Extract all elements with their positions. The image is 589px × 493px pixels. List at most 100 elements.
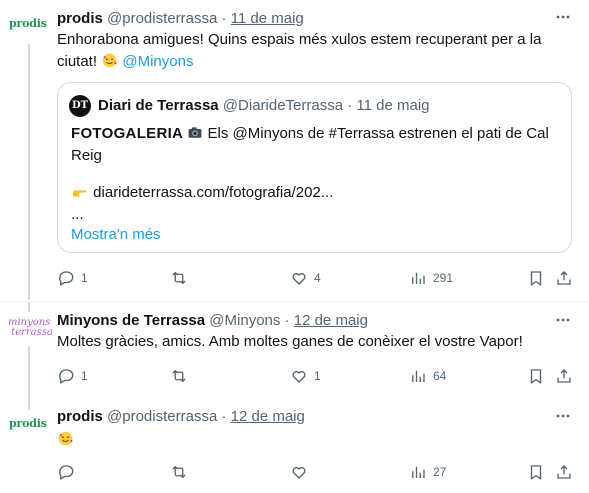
retweet-button[interactable]	[170, 366, 194, 386]
tweet-actions: 27	[57, 462, 577, 482]
author-handle[interactable]: @prodisterrassa	[107, 10, 217, 27]
tweet-date[interactable]: 11 de maig	[231, 10, 304, 27]
separator-dot: ·	[284, 312, 290, 329]
like-count: 1	[314, 369, 321, 383]
share-icon	[557, 369, 571, 383]
reply-icon	[59, 271, 74, 286]
author-handle[interactable]: @Minyons	[209, 312, 280, 329]
share-button[interactable]	[555, 462, 573, 482]
quoted-author-name[interactable]: Diari de Terrassa	[98, 97, 219, 114]
camera-emoji	[188, 127, 202, 138]
smiling-face-with-hearts-emoji	[102, 53, 117, 68]
more-icon[interactable]	[555, 312, 571, 328]
more-icon[interactable]	[555, 408, 571, 424]
thread-line	[28, 398, 30, 410]
share-button[interactable]	[555, 268, 573, 288]
retweet-icon	[172, 465, 186, 479]
tweet-text-line: ciutat! @Minyons	[57, 51, 567, 73]
separator-dot: ·	[221, 10, 227, 27]
mention-link[interactable]: @Minyons	[122, 53, 193, 70]
bookmark-button[interactable]	[527, 268, 545, 288]
tweet-text-line: Enhorabona amigues! Quins espais més xul…	[57, 31, 542, 48]
tweet-text-line: Moltes gràcies, amics. Amb moltes ganes …	[57, 333, 523, 350]
like-button[interactable]: 4	[290, 268, 321, 288]
tweet-actions: 1 1 64	[57, 366, 577, 386]
tweet-text: Moltes gràcies, amics. Amb moltes ganes …	[57, 331, 567, 353]
avatar-minyons[interactable]: minyons terrassa	[8, 318, 53, 340]
bookmark-icon	[530, 465, 542, 481]
tweet-actions: 1 4 291	[57, 268, 577, 288]
tweet-header: prodis @prodisterrassa · 12 de maig	[57, 408, 305, 426]
views-icon	[412, 370, 425, 382]
quoted-text-fragment: Els @Minyons de #Terrassa estrenen el pa…	[203, 125, 549, 142]
reply-icon	[59, 465, 74, 480]
thread-line	[28, 44, 30, 300]
views-count: 27	[433, 465, 447, 479]
retweet-button[interactable]	[170, 462, 194, 482]
quoted-author-handle[interactable]: @DiarideTerrassa	[223, 97, 343, 114]
tweet-1[interactable]: prodis prodis @prodisterrassa · 11 de ma…	[0, 0, 589, 300]
author-handle[interactable]: @prodisterrassa	[107, 408, 217, 425]
bookmark-button[interactable]	[527, 366, 545, 386]
views-count: 64	[433, 369, 447, 383]
quoted-text-line: FOTOGALERIA Els @Minyons de #Terrassa es…	[71, 123, 561, 145]
tweet-header: prodis @prodisterrassa · 11 de maig	[57, 10, 304, 28]
bookmark-icon	[530, 271, 542, 287]
tweet-date[interactable]: 12 de maig	[294, 312, 368, 329]
author-name[interactable]: Minyons de Terrassa	[57, 312, 205, 329]
thread-line	[28, 346, 30, 398]
bookmark-button[interactable]	[527, 462, 545, 482]
views-icon	[412, 272, 425, 284]
retweet-icon	[172, 271, 186, 285]
like-icon	[292, 466, 306, 479]
tweet-date[interactable]: 12 de maig	[231, 408, 305, 425]
tweet-2[interactable]: minyons terrassa Minyons de Terrassa @Mi…	[0, 302, 589, 398]
quoted-tweet-card[interactable]: DT Diari de Terrassa @DiarideTerrassa · …	[57, 82, 572, 253]
avatar-prodis[interactable]: prodis	[9, 417, 49, 437]
quoted-tweet-text: FOTOGALERIA Els @Minyons de #Terrassa es…	[71, 123, 561, 167]
tweet-text-fragment: ciutat!	[57, 53, 98, 70]
tweet-text: Enhorabona amigues! Quins espais més xul…	[57, 29, 567, 73]
avatar-diari-de-terrassa[interactable]: DT	[69, 95, 91, 117]
retweet-button[interactable]	[170, 268, 194, 288]
author-name[interactable]: prodis	[57, 10, 103, 27]
views-button[interactable]: 64	[409, 366, 446, 386]
like-button[interactable]: 1	[290, 366, 321, 386]
reply-icon	[59, 369, 74, 384]
tweet-header: Minyons de Terrassa @Minyons · 12 de mai…	[57, 312, 368, 330]
like-count: 4	[314, 271, 321, 285]
reply-count: 1	[81, 271, 88, 285]
external-link[interactable]: diarideterrassa.com/fotografia/202...	[93, 184, 333, 201]
views-count: 291	[433, 271, 454, 285]
smiling-face-with-hearts-emoji	[58, 431, 73, 446]
quoted-link-line: diarideterrassa.com/fotografia/202...	[71, 182, 333, 204]
reply-button[interactable]	[57, 462, 81, 482]
views-button[interactable]: 291	[409, 268, 453, 288]
views-button[interactable]: 27	[409, 462, 446, 482]
avatar-prodis[interactable]: prodis	[9, 17, 49, 37]
separator-dot: ·	[347, 97, 353, 114]
reply-count: 1	[81, 369, 88, 383]
like-icon	[292, 272, 306, 285]
pointing-hand-emoji	[72, 190, 87, 197]
share-button[interactable]	[555, 366, 573, 386]
quoted-tweet-date[interactable]: 11 de maig	[356, 97, 429, 114]
like-button[interactable]	[290, 462, 314, 482]
author-name[interactable]: prodis	[57, 408, 103, 425]
quoted-tweet-header: Diari de Terrassa @DiarideTerrassa · 11 …	[98, 97, 430, 115]
more-icon[interactable]	[555, 9, 571, 25]
like-icon	[292, 370, 306, 383]
quoted-ellipsis: ...	[71, 206, 84, 223]
tweet-3[interactable]: prodis prodis @prodisterrassa · 12 de ma…	[0, 398, 589, 493]
thread-line	[28, 302, 30, 312]
quoted-text-line: Reig	[71, 147, 102, 164]
quoted-bold-word: FOTOGALERIA	[71, 125, 184, 142]
share-icon	[557, 271, 571, 285]
reply-button[interactable]: 1	[57, 268, 88, 288]
show-more-link[interactable]: Mostra'n més	[71, 224, 161, 246]
tweet-text	[57, 429, 567, 451]
separator-dot: ·	[221, 408, 227, 425]
share-icon	[557, 465, 571, 479]
retweet-icon	[172, 369, 186, 383]
reply-button[interactable]: 1	[57, 366, 88, 386]
